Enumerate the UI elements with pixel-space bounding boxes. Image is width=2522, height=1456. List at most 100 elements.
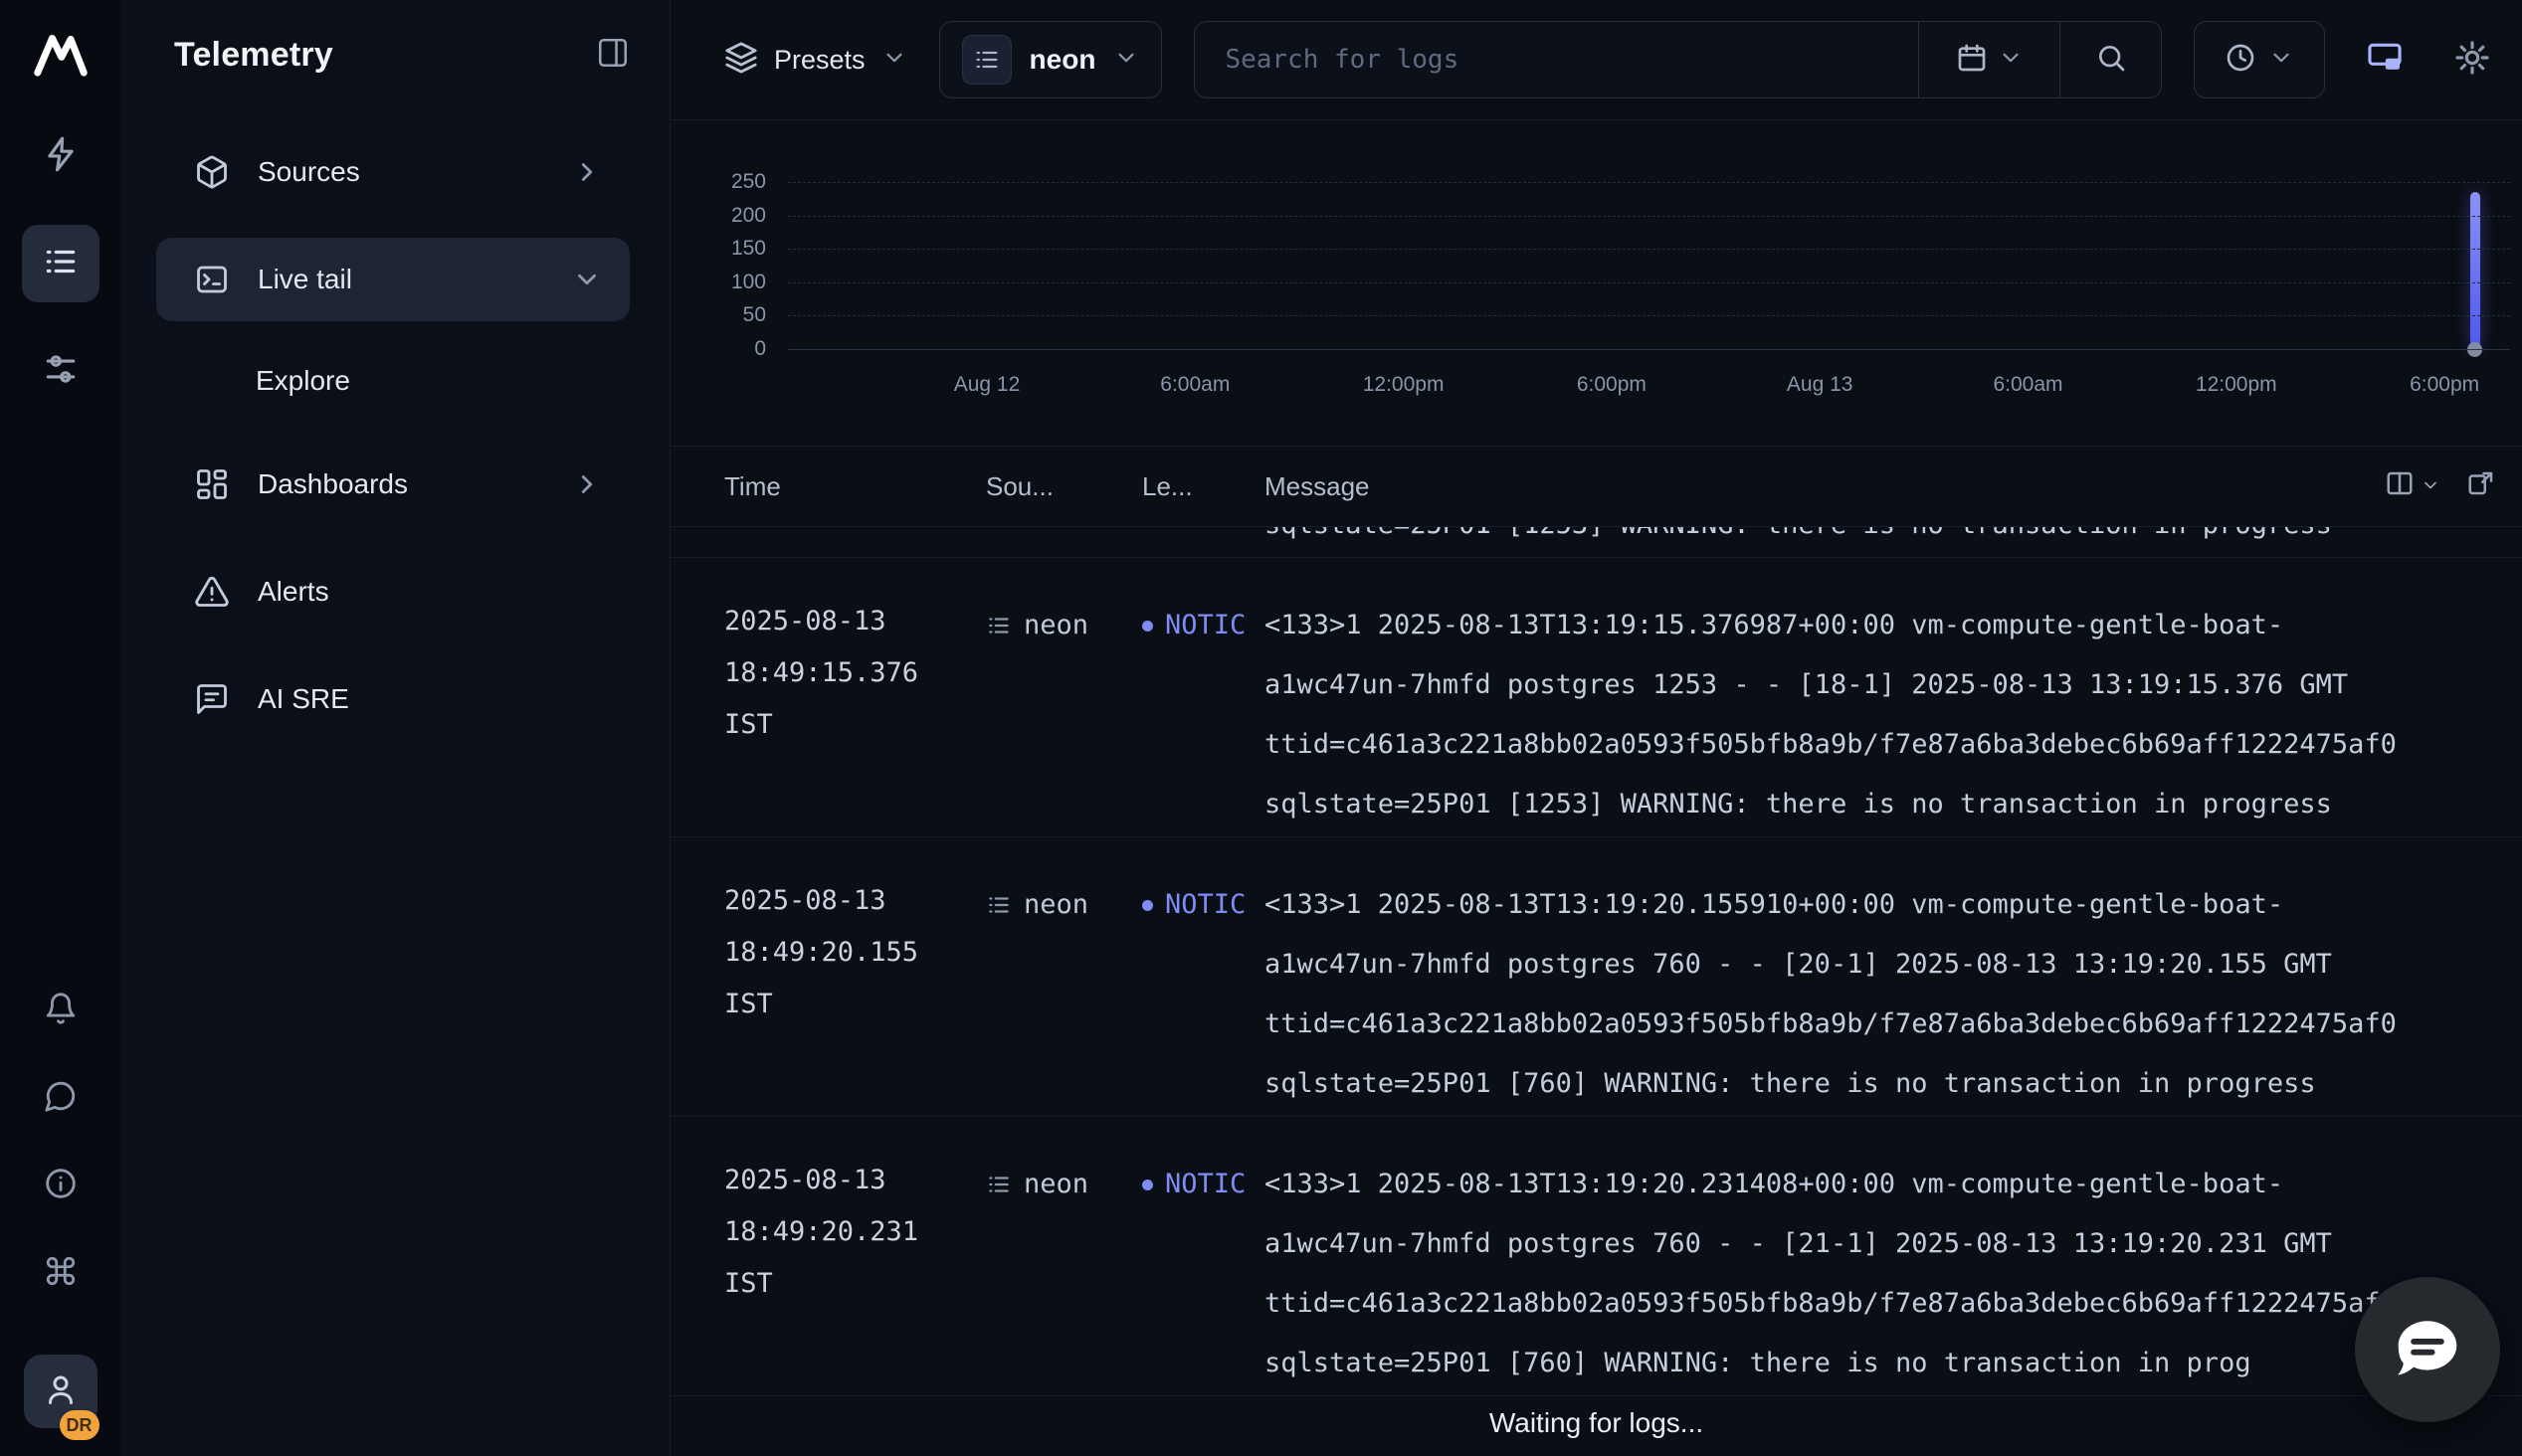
- message-line: a1wc47un-7hmfd postgres 760 - - [21-1] 2…: [1264, 1214, 2516, 1274]
- rail-feedback-button[interactable]: [29, 1070, 93, 1126]
- column-header-source[interactable]: Sou...: [986, 471, 1142, 502]
- chevron-down-icon: [1998, 45, 2024, 76]
- date-range-button[interactable]: [1918, 22, 2059, 97]
- log-source-label: neon: [1024, 875, 1088, 935]
- dashboard-grid-icon: [194, 466, 230, 502]
- log-table: Time Sou... Le... Message sqlstate=25P01…: [671, 447, 2522, 1456]
- cube-icon: [194, 154, 230, 190]
- rail-logs-button[interactable]: [22, 225, 99, 302]
- time-line: 2025-08-13: [724, 596, 986, 647]
- gridline: [788, 315, 2510, 316]
- user-avatar[interactable]: DR: [24, 1355, 97, 1428]
- search-icon: [2095, 42, 2127, 79]
- log-search-group: [1194, 21, 2162, 98]
- x-axis-label: 6:00pm: [1577, 373, 1647, 397]
- chat-fab-icon: [2391, 1312, 2464, 1388]
- message-line: <133>1 2025-08-13T13:19:20.231408+00:00 …: [1264, 1155, 2516, 1214]
- time-range-button[interactable]: [2194, 21, 2325, 98]
- time-line: 18:49:20.155: [724, 927, 986, 979]
- bell-icon: [44, 992, 78, 1030]
- x-axis-label: 12:00pm: [1363, 373, 1445, 397]
- level-dot-icon: [1142, 621, 1153, 632]
- column-header-time[interactable]: Time: [724, 471, 986, 502]
- time-line: 18:49:15.376: [724, 647, 986, 699]
- sidebar-item-label: Live tail: [258, 264, 352, 295]
- log-row[interactable]: 2025-08-1318:49:20.231IST neon NOTIC <13…: [671, 1117, 2522, 1396]
- clipped-log-row[interactable]: sqlstate=25P01 [1253] WARNING: there is …: [671, 527, 2522, 558]
- chat-fab-button[interactable]: [2355, 1277, 2500, 1422]
- sidebar-header: Telemetry: [120, 36, 630, 75]
- rail-metrics-button[interactable]: [22, 332, 99, 410]
- y-axis-label: 250: [671, 170, 766, 194]
- search-input[interactable]: [1195, 22, 1918, 97]
- chevron-right-icon: [572, 157, 602, 187]
- log-time-cell: 2025-08-1318:49:20.155IST: [724, 875, 986, 1114]
- settings-button[interactable]: [2444, 32, 2500, 88]
- log-source-cell: neon: [986, 596, 1142, 834]
- sidebar-item-alerts[interactable]: Alerts: [156, 550, 630, 634]
- rail-notifications-button[interactable]: [29, 983, 93, 1038]
- log-message-cell: <133>1 2025-08-13T13:19:15.376987+00:00 …: [1264, 596, 2516, 834]
- collapse-sidebar-button[interactable]: [596, 36, 630, 75]
- sliders-icon: [42, 350, 80, 393]
- level-dot-icon: [1142, 900, 1153, 911]
- log-time-cell: 2025-08-1318:49:15.376IST: [724, 596, 986, 834]
- chevron-down-icon: [2268, 45, 2294, 76]
- search-submit-button[interactable]: [2059, 22, 2161, 97]
- source-name: neon: [1030, 44, 1096, 76]
- chevron-down-icon: [2421, 471, 2440, 502]
- log-level-cell: NOTIC: [1142, 1155, 1264, 1393]
- columns-settings-button[interactable]: [2385, 468, 2440, 505]
- sidebar-item-explore[interactable]: Explore: [156, 345, 630, 417]
- sidebar: Telemetry Sources Live tail Explore Dash…: [120, 0, 671, 1456]
- source-selector[interactable]: neon: [939, 21, 1163, 98]
- rail-info-button[interactable]: [29, 1158, 93, 1213]
- time-line: IST: [724, 979, 986, 1030]
- chevron-down-icon: [881, 45, 907, 76]
- live-tail-icon: [194, 262, 230, 297]
- y-axis-label: 0: [671, 337, 766, 361]
- log-row[interactable]: 2025-08-1318:49:20.155IST neon NOTIC <13…: [671, 837, 2522, 1117]
- y-axis-label: 100: [671, 271, 766, 294]
- app-logo-icon[interactable]: [30, 24, 92, 78]
- sidebar-item-label: AI SRE: [258, 683, 349, 715]
- expand-view-button[interactable]: [2466, 468, 2496, 505]
- column-header-level[interactable]: Le...: [1142, 471, 1264, 502]
- layers-icon: [724, 41, 758, 80]
- log-row[interactable]: 2025-08-1318:49:15.376IST neon NOTIC <13…: [671, 558, 2522, 837]
- info-icon: [44, 1167, 78, 1205]
- sidebar-item-ai-sre[interactable]: AI SRE: [156, 657, 630, 741]
- gridline: [788, 182, 2510, 183]
- message-line: <133>1 2025-08-13T13:19:15.376987+00:00 …: [1264, 596, 2516, 655]
- sidebar-item-live-tail[interactable]: Live tail: [156, 238, 630, 321]
- save-view-button[interactable]: [2357, 32, 2413, 88]
- log-message-cell: <133>1 2025-08-13T13:19:20.231408+00:00 …: [1264, 1155, 2516, 1393]
- x-axis-label: Aug 12: [954, 373, 1021, 397]
- sidebar-item-dashboards[interactable]: Dashboards: [156, 443, 630, 526]
- gridline: [788, 349, 2510, 350]
- log-volume-chart[interactable]: 250200150100500Aug 126:00am12:00pm6:00pm…: [671, 120, 2522, 447]
- presets-dropdown[interactable]: Presets: [724, 41, 907, 80]
- app-root: DR Telemetry Sources Live tail Explore: [0, 0, 2522, 1456]
- chevron-down-icon: [1113, 45, 1139, 76]
- time-line: 2025-08-13: [724, 1155, 986, 1206]
- sidebar-item-sources[interactable]: Sources: [156, 130, 630, 214]
- log-source-cell: neon: [986, 1155, 1142, 1393]
- sidebar-item-label: Explore: [256, 365, 350, 397]
- rail-quickstart-button[interactable]: [22, 117, 99, 195]
- avatar-initials-badge: DR: [60, 1410, 99, 1440]
- log-level-cell: NOTIC: [1142, 596, 1264, 834]
- gear-icon: [2453, 39, 2491, 82]
- column-header-message[interactable]: Message: [1264, 471, 2385, 502]
- gridline: [788, 216, 2510, 217]
- presets-label: Presets: [774, 45, 866, 76]
- time-line: IST: [724, 699, 986, 751]
- level-dot-icon: [1142, 1180, 1153, 1190]
- message-square-icon: [194, 681, 230, 717]
- main-content: Presets neon: [671, 0, 2522, 1456]
- alert-triangle-icon: [194, 574, 230, 610]
- message-line: sqlstate=25P01 [1253] WARNING: there is …: [1264, 775, 2516, 834]
- clock-icon: [2225, 42, 2256, 79]
- time-line: 2025-08-13: [724, 875, 986, 927]
- rail-shortcuts-button[interactable]: [29, 1245, 93, 1301]
